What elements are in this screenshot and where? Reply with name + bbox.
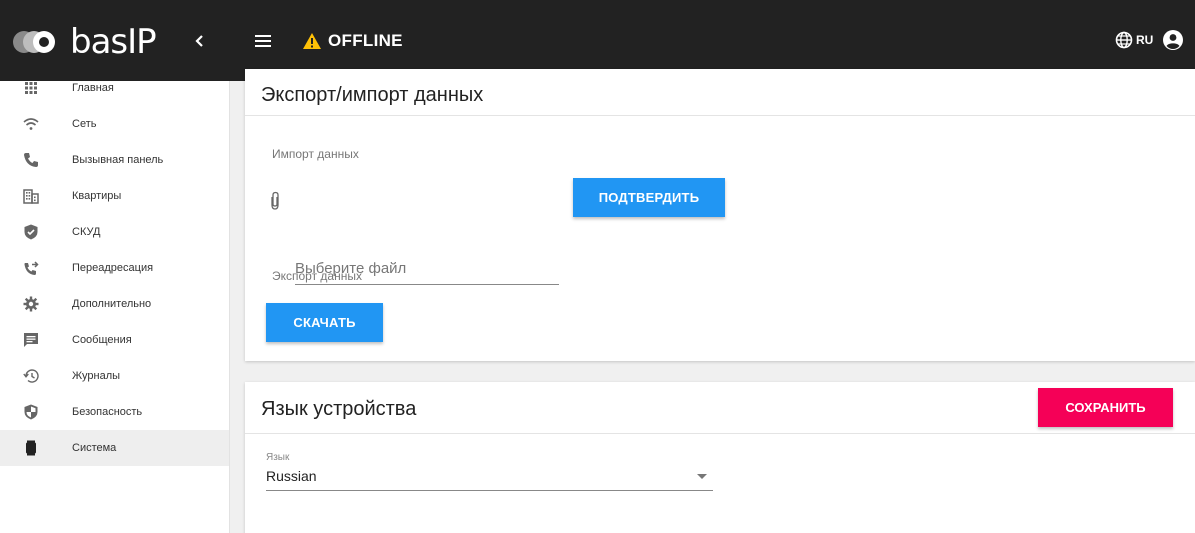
message-icon	[24, 333, 38, 347]
language-select-value: Russian	[266, 468, 317, 484]
collapse-sidebar-button[interactable]	[190, 30, 210, 52]
paperclip-icon[interactable]	[268, 190, 282, 212]
language-select-label: Язык	[266, 452, 290, 463]
device-icon	[26, 440, 36, 456]
sidebar-item-call-forwarding[interactable]: Переадресация	[0, 250, 229, 286]
sidebar-item-label: Переадресация	[72, 262, 154, 274]
call-forward-icon	[24, 261, 39, 275]
phone-icon	[24, 153, 38, 167]
sidebar: Главная Сеть Вызывная панель Квартиры СК…	[0, 81, 230, 533]
language-switcher[interactable]: RU	[1115, 28, 1153, 52]
export-import-title: Экспорт/импорт данных	[261, 84, 484, 106]
import-section-label: Импорт данных	[272, 147, 359, 161]
connection-status: OFFLINE	[302, 27, 403, 55]
hamburger-icon-bar	[255, 40, 271, 42]
logo-icon	[13, 31, 55, 53]
building-icon	[23, 189, 39, 204]
sidebar-item-system[interactable]: Система	[0, 430, 229, 466]
language-label: RU	[1136, 33, 1154, 47]
sidebar-item-messages[interactable]: Сообщения	[0, 322, 229, 358]
sidebar-item-network[interactable]: Сеть	[0, 106, 229, 142]
account-circle-icon	[1163, 30, 1183, 50]
security-icon	[24, 404, 38, 420]
logo: basIP	[12, 20, 157, 64]
device-language-title: Язык устройства	[261, 398, 417, 420]
wifi-icon	[23, 118, 39, 130]
card-divider	[245, 115, 1195, 116]
sidebar-item-label: СКУД	[72, 226, 101, 238]
sidebar-item-apartments[interactable]: Квартиры	[0, 178, 229, 214]
sidebar-item-label: Вызывная панель	[72, 154, 164, 166]
hamburger-icon-bar	[255, 45, 271, 47]
export-import-card: Экспорт/импорт данных Импорт данных Эксп…	[245, 69, 1195, 361]
warning-icon	[303, 33, 321, 49]
status-label: OFFLINE	[328, 31, 403, 50]
grid-icon	[25, 82, 37, 94]
download-export-button[interactable]: СКАЧАТЬ	[266, 303, 383, 342]
sidebar-item-home[interactable]: Главная	[0, 70, 229, 106]
globe-icon	[1115, 31, 1133, 49]
sidebar-item-label: Журналы	[72, 370, 121, 382]
sidebar-item-label: Система	[72, 442, 117, 454]
sidebar-item-access-control[interactable]: СКУД	[0, 214, 229, 250]
hamburger-icon	[255, 35, 271, 37]
gear-icon	[23, 296, 39, 312]
shield-check-icon	[24, 224, 38, 240]
user-account-button[interactable]	[1162, 29, 1184, 51]
language-select[interactable]: Язык Russian	[266, 450, 713, 491]
sidebar-item-logs[interactable]: Журналы	[0, 358, 229, 394]
sidebar-item-label: Главная	[72, 82, 114, 94]
file-select-input[interactable]	[295, 252, 559, 284]
card-divider	[245, 433, 1195, 434]
sidebar-item-label: Квартиры	[72, 190, 122, 202]
confirm-import-button[interactable]: ПОДТВЕРДИТЬ	[573, 178, 725, 217]
sidebar-item-label: Сеть	[72, 118, 97, 130]
logo-text: basIP	[70, 22, 157, 62]
sidebar-item-security[interactable]: Безопасность	[0, 394, 229, 430]
file-select-field[interactable]	[295, 252, 559, 285]
sidebar-item-label: Дополнительно	[72, 298, 152, 310]
sidebar-item-label: Сообщения	[72, 334, 132, 346]
sidebar-item-label: Безопасность	[72, 406, 143, 418]
menu-button[interactable]	[252, 30, 274, 52]
sidebar-item-call-panel[interactable]: Вызывная панель	[0, 142, 229, 178]
dropdown-arrow-icon	[697, 474, 707, 479]
sidebar-item-advanced[interactable]: Дополнительно	[0, 286, 229, 322]
save-button[interactable]: СОХРАНИТЬ	[1038, 388, 1173, 427]
chevron-left-icon	[195, 35, 203, 47]
history-icon	[23, 369, 39, 383]
